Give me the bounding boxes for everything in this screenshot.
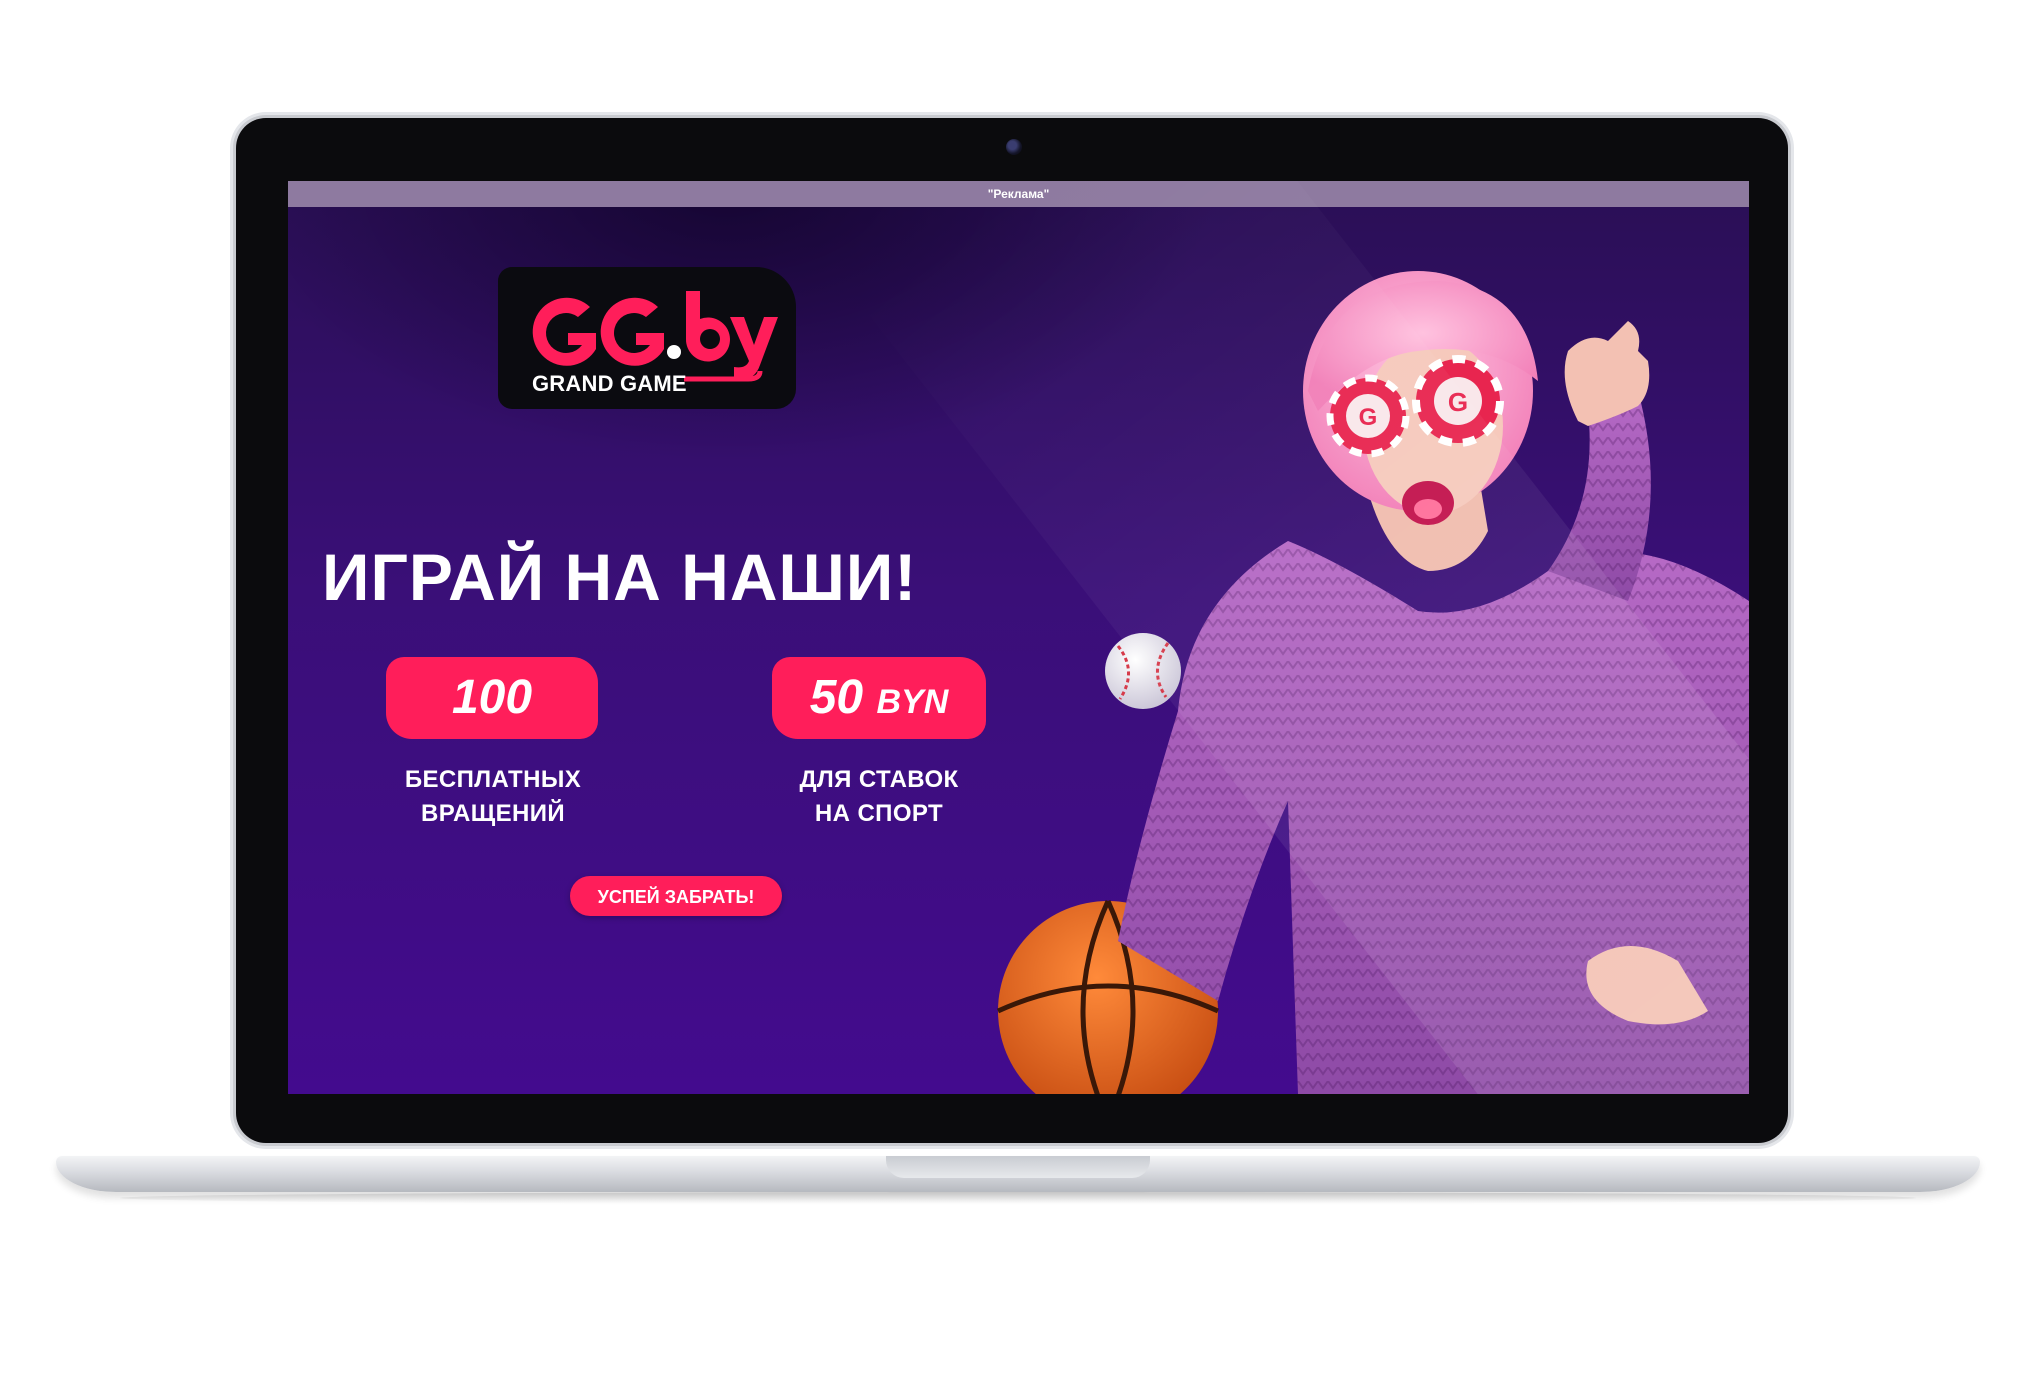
offer-bet-badge: 50 BYN [772, 657, 986, 739]
laptop-notch [886, 1156, 1150, 1178]
hero-illustration: G G [996, 271, 1749, 1094]
casino-chip-icon: G [1326, 374, 1410, 458]
ad-label: "Реклама" [288, 181, 1749, 207]
offer-spins-label-line2: ВРАЩЕНИЙ [420, 800, 566, 827]
offer-spins-label-line1: БЕСПЛАТНЫХ [404, 766, 582, 793]
casino-chip-icon: G [1412, 355, 1504, 447]
webcam-icon [1006, 139, 1022, 155]
offer-bet-value: 50 [809, 671, 864, 724]
svg-text:G: G [1448, 387, 1468, 417]
offer-spins-label: БЕСПЛАТНЫХ ВРАЩЕНИЙ [368, 763, 618, 831]
claim-bonus-button[interactable]: УСПЕЙ ЗАБРАТЬ! [570, 876, 782, 916]
ggby-logo[interactable]: GRAND GAME [498, 267, 796, 409]
offer-bet-label-line1: ДЛЯ СТАВОК [799, 766, 959, 793]
offer-spins-value: 100 [451, 671, 533, 724]
svg-text:G: G [1359, 404, 1378, 431]
laptop-shadow [120, 1192, 1916, 1204]
offer-bet-label: ДЛЯ СТАВОК НА СПОРТ [748, 763, 1010, 831]
baseball-icon [1105, 633, 1181, 709]
offer-bet-label-line2: НА СПОРТ [814, 800, 944, 827]
offer-spins-badge: 100 [386, 657, 598, 739]
logo-tagline: GRAND GAME [532, 371, 687, 396]
offer-bet-unit: BYN [876, 683, 949, 721]
promo-headline: ИГРАЙ НА НАШИ! [322, 540, 918, 614]
ad-screen[interactable]: "Реклама" GRAND GAME ИГРАЙ НА НАШИ! 100 … [288, 181, 1749, 1094]
